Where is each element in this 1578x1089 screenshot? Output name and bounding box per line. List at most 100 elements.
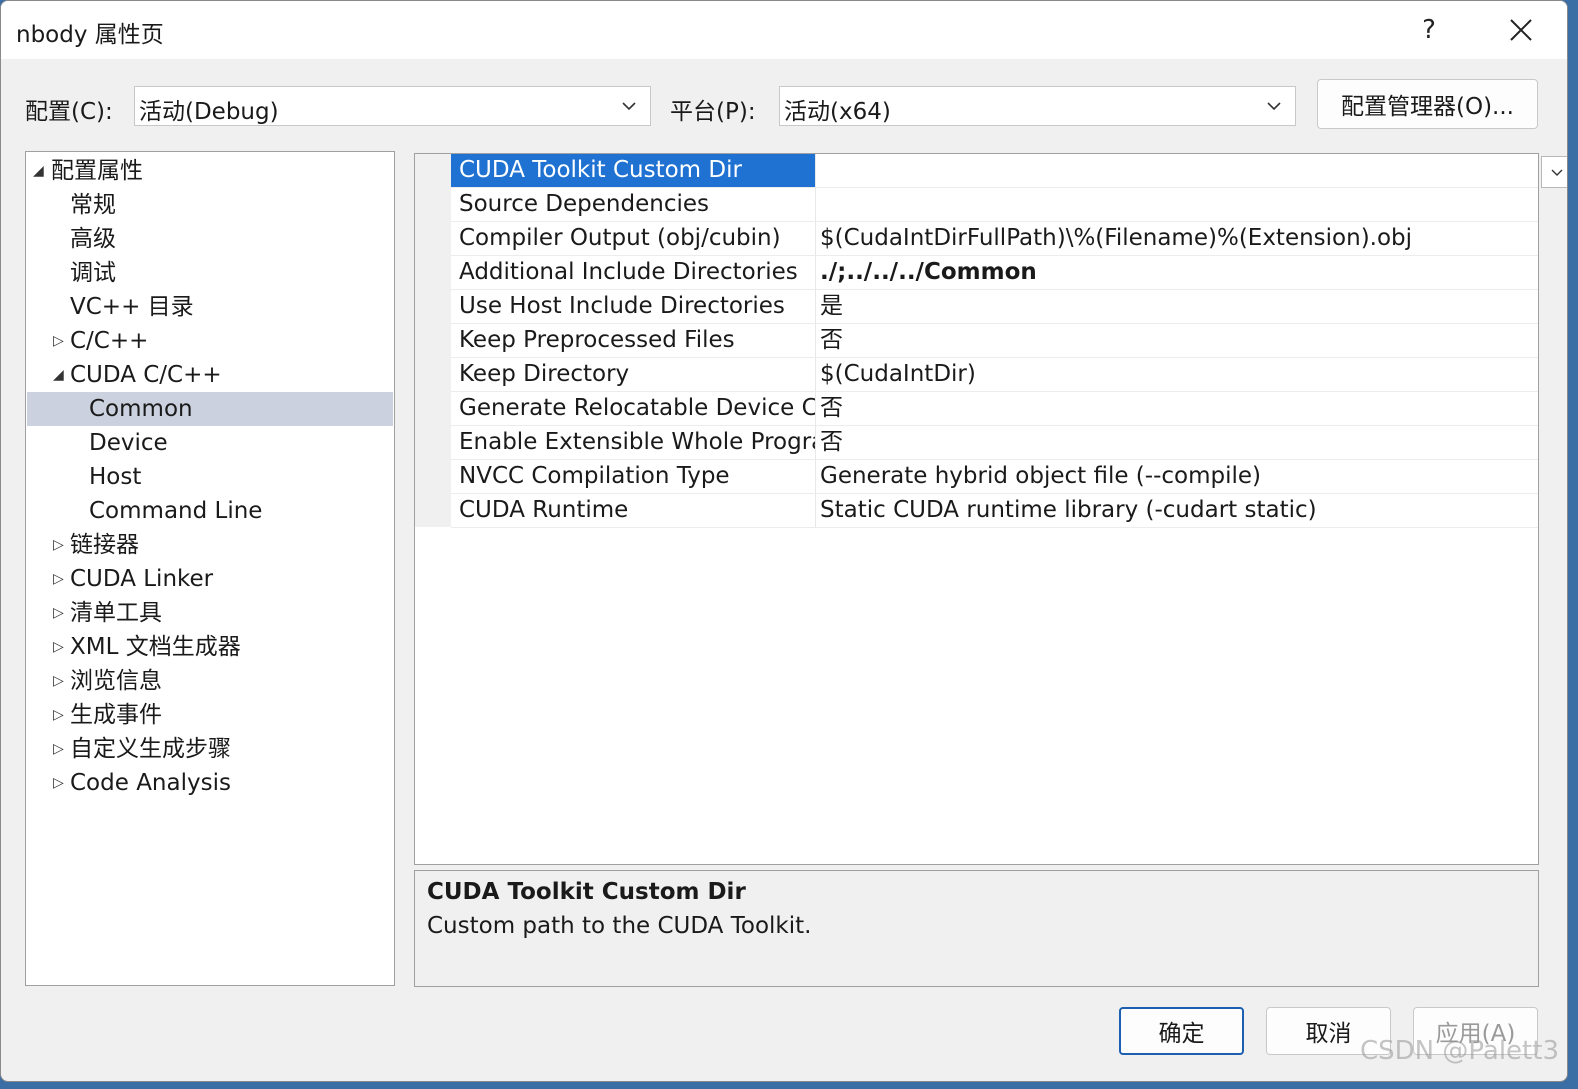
tree-item-label: 浏览信息 <box>70 668 162 694</box>
property-value[interactable]: Static CUDA runtime library (-cudart sta… <box>817 494 1497 527</box>
help-button[interactable]: ? <box>1401 9 1457 51</box>
property-row[interactable]: CUDA Toolkit Custom Dir <box>451 154 1567 188</box>
value-dropdown-button[interactable] <box>1541 156 1567 188</box>
collapsed-arrow-icon[interactable]: ▷ <box>53 528 67 562</box>
property-name[interactable]: CUDA Toolkit Custom Dir <box>451 154 815 187</box>
tree-item-device[interactable]: Device <box>27 426 393 460</box>
tree-item-vc-directories[interactable]: VC++ 目录 <box>27 290 393 324</box>
expanded-arrow-icon[interactable]: ◢ <box>53 358 67 392</box>
config-combo-value: 活动(Debug) <box>139 99 279 125</box>
tree-item-config-properties[interactable]: ◢ 配置属性 <box>27 154 393 188</box>
collapsed-arrow-icon[interactable]: ▷ <box>53 630 67 664</box>
tree-item-command-line[interactable]: Command Line <box>27 494 393 528</box>
property-name[interactable]: Generate Relocatable Device Code <box>451 392 815 425</box>
property-value[interactable]: 否 <box>817 392 1497 425</box>
property-name[interactable]: Keep Directory <box>451 358 815 391</box>
platform-combo-value: 活动(x64) <box>784 99 891 125</box>
tree-item-host[interactable]: Host <box>27 460 393 494</box>
column-divider <box>815 460 816 493</box>
property-row[interactable]: Compiler Output (obj/cubin) $(CudaIntDir… <box>451 222 1538 256</box>
tree-item-label: 调试 <box>70 260 116 286</box>
column-divider <box>815 188 816 221</box>
property-name[interactable]: Compiler Output (obj/cubin) <box>451 222 815 255</box>
config-combo[interactable]: 活动(Debug) <box>134 86 651 126</box>
property-value[interactable]: ./;../../../Common <box>817 256 1497 289</box>
column-divider <box>815 358 816 391</box>
property-value[interactable]: 是 <box>817 290 1497 323</box>
property-tree: ◢ 配置属性 常规 高级 调试 VC++ 目录 ▷ C/C++ ◢ CUDA C… <box>25 151 395 986</box>
platform-combo[interactable]: 活动(x64) <box>779 86 1296 126</box>
tree-item-linker[interactable]: ▷ 链接器 <box>27 528 393 562</box>
property-name[interactable]: Enable Extensible Whole Program Compilat… <box>451 426 815 459</box>
tree-item-browse-info[interactable]: ▷ 浏览信息 <box>27 664 393 698</box>
property-grid-gutter <box>415 154 451 527</box>
tree-item-general[interactable]: 常规 <box>27 188 393 222</box>
tree-item-custom-build-step[interactable]: ▷ 自定义生成步骤 <box>27 732 393 766</box>
collapsed-arrow-icon[interactable]: ▷ <box>53 664 67 698</box>
tree-item-code-analysis[interactable]: ▷ Code Analysis <box>27 766 393 800</box>
tree-item-label: 常规 <box>70 192 116 218</box>
tree-item-c-cpp[interactable]: ▷ C/C++ <box>27 324 393 358</box>
platform-label: 平台(P): <box>670 99 756 125</box>
property-row[interactable]: Generate Relocatable Device Code 否 <box>451 392 1538 426</box>
tree-item-label: Host <box>89 464 142 490</box>
title-bar: nbody 属性页 ? <box>1 1 1567 59</box>
property-value[interactable]: Generate hybrid object file (--compile) <box>817 460 1497 493</box>
window-title: nbody 属性页 <box>16 22 164 48</box>
tree-item-label: Code Analysis <box>70 770 231 796</box>
property-row[interactable]: Use Host Include Directories 是 <box>451 290 1538 324</box>
property-row[interactable]: NVCC Compilation Type Generate hybrid ob… <box>451 460 1538 494</box>
collapsed-arrow-icon[interactable]: ▷ <box>53 732 67 766</box>
tree-item-label: CUDA C/C++ <box>70 362 222 388</box>
property-value[interactable]: $(CudaIntDirFullPath)\%(Filename)%(Exten… <box>817 222 1497 255</box>
collapsed-arrow-icon[interactable]: ▷ <box>53 596 67 630</box>
tree-item-label: 配置属性 <box>51 158 143 184</box>
close-button[interactable] <box>1493 9 1549 51</box>
property-name[interactable]: Keep Preprocessed Files <box>451 324 815 357</box>
property-value[interactable]: 否 <box>817 324 1497 357</box>
close-icon <box>1510 19 1532 41</box>
tree-item-label: CUDA Linker <box>70 566 214 592</box>
tree-item-debugging[interactable]: 调试 <box>27 256 393 290</box>
property-grid: CUDA Toolkit Custom Dir Source Dependenc… <box>414 153 1567 865</box>
tree-item-label: Command Line <box>89 498 263 524</box>
tree-item-cuda-c-cpp[interactable]: ◢ CUDA C/C++ <box>27 358 393 392</box>
collapsed-arrow-icon[interactable]: ▷ <box>53 324 67 358</box>
collapsed-arrow-icon[interactable]: ▷ <box>53 766 67 800</box>
property-name[interactable]: NVCC Compilation Type <box>451 460 815 493</box>
property-value[interactable] <box>817 154 1497 187</box>
collapsed-arrow-icon[interactable]: ▷ <box>53 698 67 732</box>
property-name[interactable]: Use Host Include Directories <box>451 290 815 323</box>
description-body: Custom path to the CUDA Toolkit. <box>427 913 812 939</box>
config-manager-button[interactable]: 配置管理器(O)... <box>1317 79 1538 129</box>
tree-item-label: C/C++ <box>70 328 149 354</box>
tree-item-build-events[interactable]: ▷ 生成事件 <box>27 698 393 732</box>
column-divider <box>815 426 816 459</box>
column-divider <box>815 290 816 323</box>
chevron-down-icon <box>1551 169 1563 176</box>
description-panel: CUDA Toolkit Custom Dir Custom path to t… <box>414 870 1539 987</box>
tree-item-label: 生成事件 <box>70 702 162 728</box>
property-row[interactable]: CUDA Runtime Static CUDA runtime library… <box>451 494 1538 528</box>
tree-item-common[interactable]: Common <box>27 392 393 426</box>
collapsed-arrow-icon[interactable]: ▷ <box>53 562 67 596</box>
property-row[interactable]: Keep Preprocessed Files 否 <box>451 324 1538 358</box>
property-name[interactable]: CUDA Runtime <box>451 494 815 527</box>
tree-item-advanced[interactable]: 高级 <box>27 222 393 256</box>
expanded-arrow-icon[interactable]: ◢ <box>33 154 47 188</box>
property-value[interactable] <box>817 188 1497 221</box>
tree-item-xml-doc-generator[interactable]: ▷ XML 文档生成器 <box>27 630 393 664</box>
property-name[interactable]: Source Dependencies <box>451 188 815 221</box>
property-value[interactable]: $(CudaIntDir) <box>817 358 1497 391</box>
property-name[interactable]: Additional Include Directories <box>451 256 815 289</box>
chevron-down-icon <box>1267 102 1281 111</box>
tree-item-cuda-linker[interactable]: ▷ CUDA Linker <box>27 562 393 596</box>
property-row[interactable]: Additional Include Directories ./;../../… <box>451 256 1538 290</box>
ok-button[interactable]: 确定 <box>1119 1007 1244 1055</box>
property-row[interactable]: Source Dependencies <box>451 188 1538 222</box>
watermark: CSDN @Palett3 <box>1360 1036 1559 1066</box>
property-row[interactable]: Keep Directory $(CudaIntDir) <box>451 358 1538 392</box>
tree-item-manifest-tool[interactable]: ▷ 清单工具 <box>27 596 393 630</box>
property-row[interactable]: Enable Extensible Whole Program Compilat… <box>451 426 1538 460</box>
property-value[interactable]: 否 <box>817 426 1497 459</box>
